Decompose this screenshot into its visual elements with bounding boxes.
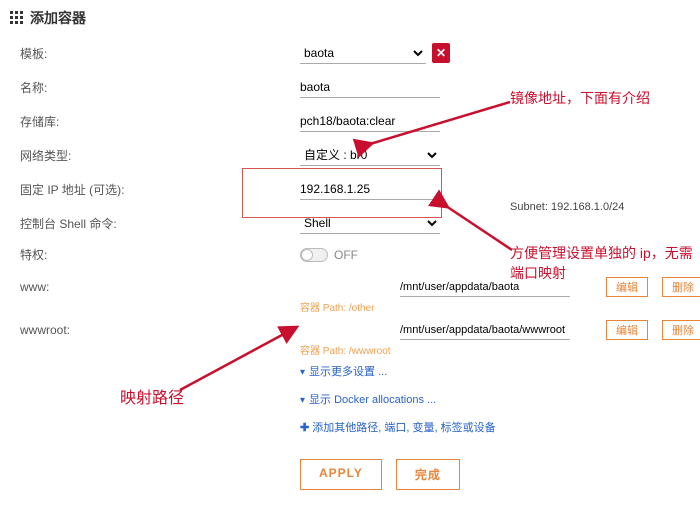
edit-button[interactable]: 编辑 [606,320,648,340]
edit-button[interactable]: 编辑 [606,277,648,297]
apply-button[interactable]: APPLY [300,459,382,490]
console-label: 控制台 Shell 命令: [20,215,140,232]
fixed-ip-label: 固定 IP 地址 (可选): [20,181,140,198]
name-input[interactable] [300,76,440,98]
add-other-link[interactable]: ✚ 添加其他路径, 端口, 变量, 标签或设备 [300,413,700,441]
page-title: 添加容器 [30,8,86,28]
name-label: 名称: [20,79,120,96]
annotation-map-path: 映射路径 [120,388,184,410]
plus-icon: ✚ [300,422,312,434]
repo-label: 存储库: [20,113,120,130]
www-input[interactable] [400,277,570,297]
privileged-label: 特权: [20,246,120,263]
console-select[interactable]: Shell [300,212,440,234]
apps-icon [10,11,24,25]
wwwroot-input[interactable] [400,320,570,340]
subnet-text: Subnet: 192.168.1.0/24 [510,201,624,213]
fixed-ip-input[interactable] [300,178,440,200]
template-select[interactable]: baota [300,42,426,64]
close-icon[interactable]: ✕ [432,43,450,63]
delete-button[interactable]: 删除 [662,277,700,297]
privileged-toggle[interactable]: OFF [300,248,358,262]
wwwroot-label: wwwroot: [20,323,120,337]
template-label: 模板: [20,45,120,62]
delete-button[interactable]: 删除 [662,320,700,340]
network-label: 网络类型: [20,147,120,164]
toggle-off-label: OFF [334,248,358,262]
repo-input[interactable] [300,110,440,132]
chevron-down-icon: ▾ [300,395,305,406]
page-header: 添加容器 [0,0,700,36]
wwwroot-container-path: 容器 Path: /wwwroot [300,342,700,357]
show-docker-link[interactable]: ▾显示 Docker allocations ... [300,385,700,413]
network-select[interactable]: 自定义 : br0 [300,144,440,166]
done-button[interactable]: 完成 [396,459,460,490]
show-more-link[interactable]: ▾显示更多设置 ... [300,357,700,385]
www-label: www: [20,280,120,294]
chevron-down-icon: ▾ [300,367,305,378]
www-container-path: 容器 Path: /other [300,299,700,314]
